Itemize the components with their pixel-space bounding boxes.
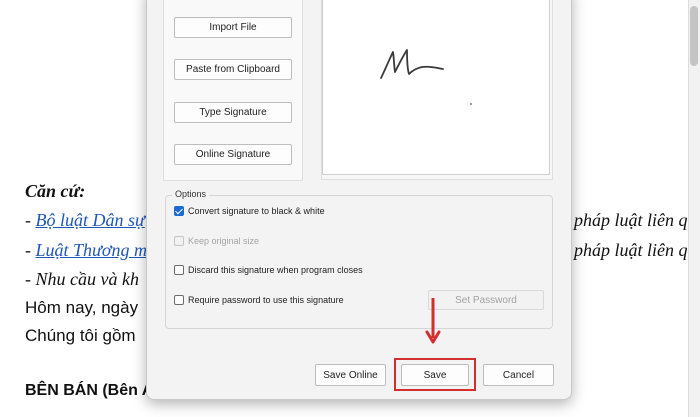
doc-line-2-prefix: - (25, 240, 36, 260)
convert-bw-label: Convert signature to black & white (188, 206, 325, 216)
doc-link-luat-thuong-mai[interactable]: Luật Thương m (36, 240, 147, 260)
type-signature-button[interactable]: Type Signature (174, 102, 292, 123)
option-keep-original-size: Keep original size (174, 236, 259, 246)
discard-on-close-checkbox[interactable] (174, 265, 184, 275)
options-group: Options Convert signature to black & whi… (165, 189, 553, 329)
doc-link-bo-luat-dan-su[interactable]: Bộ luật Dân sự (36, 210, 145, 230)
signature-canvas[interactable] (322, 0, 550, 175)
doc-line-2: - Luật Thương m (25, 240, 147, 261)
doc-heading-can-cu: Căn cứ: (25, 181, 86, 201)
doc-line-3: - Nhu cầu và kh (25, 269, 139, 289)
save-online-button[interactable]: Save Online (315, 364, 386, 386)
discard-on-close-label: Discard this signature when program clos… (188, 265, 363, 275)
options-legend: Options (172, 189, 210, 199)
red-down-arrow-icon (425, 298, 441, 344)
signature-dialog: Import File Paste from Clipboard Type Si… (146, 0, 572, 400)
doc-line-ben-ban: BÊN BÁN (Bên A) (25, 382, 159, 399)
paste-from-clipboard-button[interactable]: Paste from Clipboard (174, 59, 292, 80)
signature-preview-panel (321, 0, 553, 180)
option-require-password[interactable]: Require password to use this signature (174, 295, 344, 305)
save-button-highlight (394, 358, 476, 391)
doc-line-5: Chúng tôi gồm (25, 326, 136, 345)
option-convert-bw[interactable]: Convert signature to black & white (174, 206, 325, 216)
document-scrollbar-thumb[interactable] (690, 6, 698, 66)
document-scrollbar[interactable] (688, 0, 700, 417)
signature-stroke (380, 49, 472, 105)
doc-line-2-tail: pháp luật liên quan (574, 240, 688, 260)
keep-original-size-checkbox (174, 236, 184, 246)
import-file-button[interactable]: Import File (174, 17, 292, 38)
convert-bw-checkbox[interactable] (174, 206, 184, 216)
set-password-button: Set Password (428, 290, 544, 310)
doc-line-1-prefix: - (25, 210, 36, 230)
doc-line-1: - Bộ luật Dân sự (25, 210, 145, 231)
keep-original-size-label: Keep original size (188, 236, 260, 246)
doc-line-1-tail: pháp luật liên quan (574, 210, 688, 230)
option-discard-on-close[interactable]: Discard this signature when program clos… (174, 265, 363, 275)
require-password-checkbox[interactable] (174, 295, 184, 305)
signature-source-panel: Import File Paste from Clipboard Type Si… (163, 0, 303, 181)
require-password-label: Require password to use this signature (188, 295, 344, 305)
online-signature-button[interactable]: Online Signature (174, 144, 292, 165)
doc-line-4: Hôm nay, ngày (25, 298, 139, 317)
cancel-button[interactable]: Cancel (483, 364, 554, 386)
